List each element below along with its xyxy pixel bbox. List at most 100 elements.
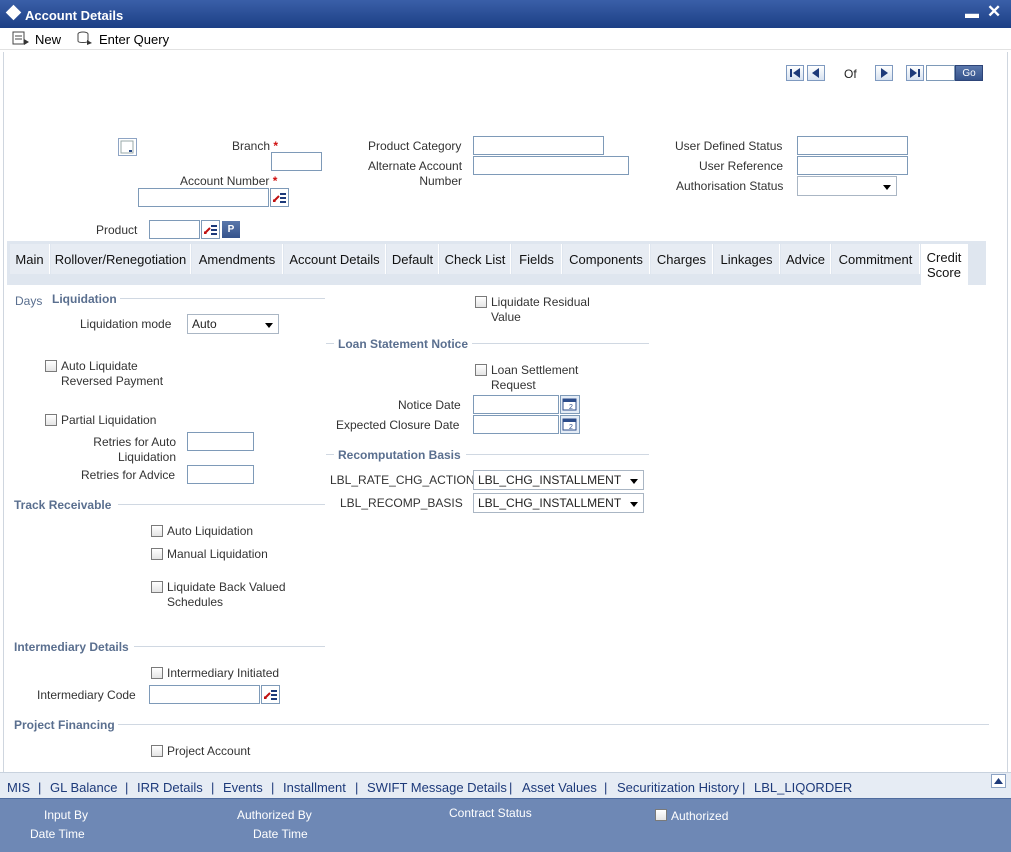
liquidation-mode-label: Liquidation mode <box>80 317 172 331</box>
tab-rollover[interactable]: Rollover/Renegotiation <box>51 244 191 274</box>
liquidate-residual-checkbox[interactable] <box>475 296 487 308</box>
user-reference-label: User Reference <box>699 159 784 173</box>
project-account-checkbox[interactable] <box>151 745 163 757</box>
liquidate-residual-label: Liquidate Residual Value <box>491 295 590 324</box>
first-record-button[interactable] <box>786 65 804 81</box>
intermediary-title: Intermediary Details <box>14 640 129 654</box>
tab-main[interactable]: Main <box>10 244 50 274</box>
scroll-up-button[interactable] <box>991 774 1006 788</box>
product-category-input[interactable] <box>473 136 604 155</box>
tab-fields[interactable]: Fields <box>512 244 562 274</box>
auto-liquidate-reversed-label: Auto Liquidate Reversed Payment <box>61 359 164 388</box>
auto-liquidation-label: Auto Liquidation <box>167 524 254 538</box>
link-mis[interactable]: MIS <box>7 780 30 795</box>
app-icon <box>5 4 22 21</box>
link-asset-values[interactable]: Asset Values <box>522 780 597 795</box>
link-gl-balance[interactable]: GL Balance <box>50 780 117 795</box>
tab-commitment[interactable]: Commitment <box>832 244 920 274</box>
enter-query-label: Enter Query <box>99 32 170 47</box>
divider <box>466 454 649 455</box>
new-button[interactable]: New <box>12 30 61 49</box>
calendar-icon: 2 <box>562 418 577 431</box>
product-lov-button[interactable] <box>201 220 220 239</box>
record-number-input[interactable] <box>926 65 955 81</box>
link-swift-message-details[interactable]: SWIFT Message Details <box>367 780 507 795</box>
intermediary-lov-button[interactable] <box>261 685 280 704</box>
contract-status-label: Contract Status <box>449 806 532 820</box>
recomp-basis-select[interactable]: LBL_CHG_INSTALLMENT <box>473 493 644 513</box>
recomp-basis-label: LBL_RECOMP_BASIS <box>340 496 463 510</box>
intermediary-initiated-checkbox[interactable] <box>151 667 163 679</box>
tab-charges[interactable]: Charges <box>651 244 713 274</box>
tab-default[interactable]: Default <box>387 244 439 274</box>
document-icon[interactable] <box>118 138 137 156</box>
divider <box>326 454 334 455</box>
user-reference-input[interactable] <box>797 156 908 175</box>
link-irr-details[interactable]: IRR Details <box>137 780 203 795</box>
user-defined-status-input[interactable] <box>797 136 908 155</box>
of-label: Of <box>844 67 857 81</box>
expected-closure-input[interactable] <box>473 415 559 434</box>
branch-input[interactable] <box>271 152 322 171</box>
calendar-icon: 2 <box>562 398 577 411</box>
calendar-button[interactable]: 2 <box>560 415 580 434</box>
divider <box>118 724 989 725</box>
divider <box>326 343 334 344</box>
list-of-values-icon <box>264 690 277 700</box>
intermediary-code-input[interactable] <box>149 685 260 704</box>
tab-check-list[interactable]: Check List <box>440 244 511 274</box>
account-lov-button[interactable] <box>270 188 289 207</box>
tab-components[interactable]: Components <box>563 244 650 274</box>
alternate-account-input[interactable] <box>473 156 629 175</box>
previous-record-button[interactable] <box>807 65 825 81</box>
retries-auto-input[interactable] <box>187 432 254 451</box>
enter-query-button[interactable]: Enter Query <box>76 30 169 49</box>
toolbar: New Enter Query <box>0 28 1011 50</box>
branch-label: Branch * <box>232 139 279 153</box>
close-button[interactable]: ✕ <box>987 2 1001 22</box>
tab-credit-score[interactable]: Credit Score <box>921 244 968 285</box>
back-valued-checkbox[interactable] <box>151 581 163 593</box>
divider <box>118 504 325 505</box>
auto-liquidate-reversed-checkbox[interactable] <box>45 360 57 372</box>
account-number-input[interactable] <box>138 188 269 207</box>
link-lbl-liqorder[interactable]: LBL_LIQORDER <box>754 780 852 795</box>
partial-liquidation-checkbox[interactable] <box>45 414 57 426</box>
chevron-down-icon <box>883 185 891 190</box>
auto-liquidation-checkbox[interactable] <box>151 525 163 537</box>
authorisation-status-label: Authorisation Status <box>676 179 784 193</box>
retries-advice-input[interactable] <box>187 465 254 484</box>
notice-date-input[interactable] <box>473 395 559 414</box>
tab-advice[interactable]: Advice <box>781 244 831 274</box>
tab-account-details[interactable]: Account Details <box>284 244 386 274</box>
query-icon <box>76 30 94 49</box>
authorized-checkbox[interactable] <box>655 809 667 821</box>
tab-linkages[interactable]: Linkages <box>714 244 780 274</box>
next-record-button[interactable] <box>875 65 893 81</box>
tab-amendments[interactable]: Amendments <box>192 244 283 274</box>
retries-advice-label: Retries for Advice <box>81 468 176 482</box>
new-document-icon <box>12 30 30 49</box>
chevron-down-icon <box>630 502 638 507</box>
rate-chg-action-select[interactable]: LBL_CHG_INSTALLMENT <box>473 470 644 490</box>
calendar-button[interactable]: 2 <box>560 395 580 414</box>
go-button[interactable]: Go <box>955 65 983 81</box>
link-securitization-history[interactable]: Securitization History <box>617 780 739 795</box>
authorisation-status-select[interactable] <box>797 176 897 196</box>
loan-statement-title: Loan Statement Notice <box>338 337 469 351</box>
track-receivable-title: Track Receivable <box>14 498 112 512</box>
product-p-button[interactable]: P <box>222 221 240 238</box>
loan-settlement-checkbox[interactable] <box>475 364 487 376</box>
divider <box>134 646 325 647</box>
liquidation-section-title: Liquidation <box>52 292 117 306</box>
minimize-button[interactable]: ▬ <box>965 5 979 21</box>
last-record-button[interactable] <box>906 65 924 81</box>
alternate-account-label: Alternate Account Number <box>368 159 463 188</box>
product-input[interactable] <box>149 220 200 239</box>
input-by-label: Input By <box>44 808 89 822</box>
recomputation-title: Recomputation Basis <box>338 448 461 462</box>
manual-liquidation-checkbox[interactable] <box>151 548 163 560</box>
liquidation-mode-select[interactable]: Auto <box>187 314 279 334</box>
link-events[interactable]: Events <box>223 780 263 795</box>
link-installment[interactable]: Installment <box>283 780 346 795</box>
